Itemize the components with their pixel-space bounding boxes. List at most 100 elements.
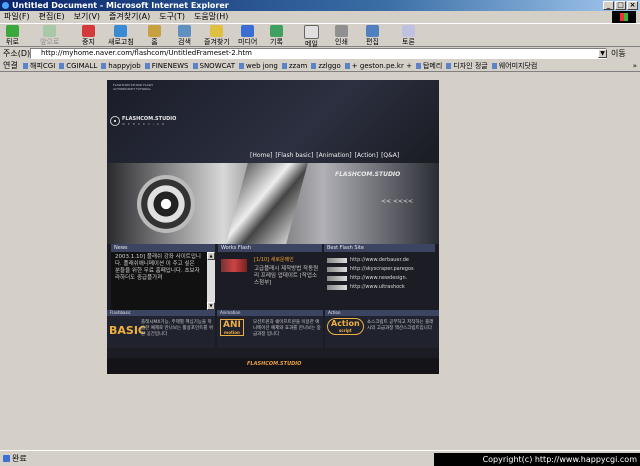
news-text: 2003.1.10] 플래쉬 강좌 사이트입니다. 플래쉬애니메이션 이 주고 … [115, 254, 201, 281]
link-item[interactable]: happyjob [100, 61, 143, 71]
print-button[interactable]: 인쇄 [335, 25, 348, 46]
address-bar: 주소(D) http://myhome.naver.com/flashcom/U… [0, 47, 640, 60]
toolbar: 뒤로 앞으로 중지 새로고침 홈 검색 즐겨찾기 미디어 기록 메일 인쇄 편집… [0, 23, 640, 48]
favorites-button[interactable]: 즐겨찾기 [204, 25, 230, 46]
page-icon [3, 455, 10, 462]
print-icon [335, 25, 348, 37]
site-header: FLASHCOM STUDIO FLASH ACTIONSCRIPT TUTOR… [107, 80, 439, 163]
menu-edit[interactable]: 편집(E) [39, 11, 65, 23]
news-title: News [111, 244, 215, 252]
maximize-button[interactable]: □ [615, 1, 626, 10]
link-item[interactable]: CGIMALL [58, 61, 100, 71]
site-footer: FLASHCOM.STUDIO [107, 358, 439, 374]
refresh-button[interactable]: 새로고침 [108, 25, 134, 46]
mail-icon [304, 25, 319, 39]
nav-animation[interactable]: [Animation] [316, 152, 351, 160]
close-button[interactable]: × [627, 1, 638, 10]
animation-course[interactable]: Animation ANI motion 모션트윈과 쉐이프트윈을 이용한 애니… [217, 310, 323, 348]
works-item-text: 고급플래시 제작방법 작동원리 프레임 업데이트 [작업소스첨부] [254, 266, 319, 286]
header-tiny-text: FLASHCOM STUDIO FLASH ACTIONSCRIPT TUTOR… [113, 83, 153, 91]
address-label: 주소(D) [3, 49, 31, 58]
menu-favorites[interactable]: 즐겨찾기(A) [109, 11, 150, 23]
best-sites-section: Best Flash Site http://www.derbauer.de h… [324, 244, 435, 312]
link-item[interactable]: web jong [238, 61, 281, 71]
edit-icon [366, 25, 379, 37]
search-icon [178, 25, 191, 37]
best-site-link[interactable]: http://www.derbauer.de [327, 257, 409, 263]
refresh-icon [114, 25, 128, 37]
discuss-button[interactable]: 토론 [402, 25, 415, 46]
forward-button[interactable]: 앞으로 [40, 25, 59, 46]
address-input[interactable]: http://myhome.naver.com/flashcom/Untitle… [30, 48, 607, 59]
media-button[interactable]: 미디어 [238, 25, 257, 46]
edit-button[interactable]: 편집 [366, 25, 379, 46]
chevron-down-icon[interactable]: ▼ [598, 49, 607, 58]
link-item[interactable]: 탑메리 [415, 61, 445, 71]
works-section: Works Flash [1/10] 새로운메인 고급플래시 제작방법 작동원리… [218, 244, 322, 312]
banner-disc-graphic [137, 175, 195, 233]
menu-file[interactable]: 파일(F) [4, 11, 30, 23]
back-button[interactable]: 뒤로 [6, 25, 19, 46]
best-site-link[interactable]: http://skyscraper.paregos [327, 266, 414, 272]
back-arrow-icon [6, 25, 19, 37]
works-title: Works Flash [218, 244, 322, 252]
footer-brand: FLASHCOM.STUDIO [247, 361, 302, 367]
course-links: Flashbasic BASIC 플래시MX기능, 주제별 핵심기능을 학습한 … [107, 310, 439, 348]
link-item[interactable]: 웨어미지닷컴 [491, 61, 541, 71]
menu-help[interactable]: 도움말(H) [194, 11, 228, 23]
media-icon [241, 25, 255, 37]
link-item[interactable]: + geston.pe.kr + [344, 61, 415, 71]
ani-label: ANI motion [220, 319, 244, 336]
menu-view[interactable]: 보기(V) [74, 11, 100, 23]
menu-tools[interactable]: 도구(T) [159, 11, 185, 23]
link-item[interactable]: zzlggo [310, 61, 343, 71]
ie-icon [2, 2, 9, 9]
site-nav: [Home] [Flash basic] [Animation] [Action… [250, 152, 399, 160]
history-icon [270, 25, 283, 37]
history-button[interactable]: 기록 [270, 25, 283, 46]
scroll-up-icon[interactable]: ▲ [207, 252, 215, 260]
windows-logo-icon [612, 11, 636, 23]
discuss-icon [402, 25, 415, 37]
scroll-down-icon[interactable]: ▼ [207, 302, 215, 310]
forward-arrow-icon [43, 25, 57, 37]
link-item[interactable]: SNOWCAT [192, 61, 239, 71]
go-button[interactable]: 이동 [611, 48, 626, 59]
copyright-watermark: Copyright(c) http://www.happycgi.com [434, 453, 640, 466]
link-item[interactable]: 해피CGI [22, 61, 58, 71]
home-button[interactable]: 홈 [148, 25, 161, 46]
menu-bar: 파일(F) 편집(E) 보기(V) 즐겨찾기(A) 도구(T) 도움말(H) [0, 11, 640, 23]
nav-action[interactable]: [Action] [355, 152, 378, 160]
search-button[interactable]: 검색 [178, 25, 191, 46]
best-site-link[interactable]: http://www.newdesign. [327, 275, 407, 281]
action-course[interactable]: Action Action script 쇼스크립트 공부하고 저작하는 플래시… [325, 310, 439, 348]
window-titlebar: Untitled Document - Microsoft Internet E… [0, 0, 640, 11]
nav-flash-basic[interactable]: [Flash basic] [275, 152, 313, 160]
works-thumbnail[interactable] [221, 259, 247, 272]
favorites-icon [210, 25, 224, 37]
banner-arrows: << <<<< [381, 198, 414, 205]
news-section: News 2003.1.10] 플래쉬 강좌 사이트입니다. 플래쉬애니메이션 … [111, 244, 215, 312]
link-item[interactable]: FINENEWS [144, 61, 192, 71]
best-title: Best Flash Site [324, 244, 435, 252]
works-item-title[interactable]: [1/10] 새로운메인 [254, 256, 294, 263]
banner-brand: FLASHCOM.STUDIO [335, 171, 401, 178]
link-item[interactable]: 디자인 정글 [445, 61, 490, 71]
nav-home[interactable]: [Home] [250, 152, 272, 160]
links-bar: 연결 해피CGI CGIMALL happyjob FINENEWS SNOWC… [0, 61, 640, 72]
hero-banner: FLASHCOM.STUDIO << <<<< [107, 163, 439, 244]
site-logo[interactable]: FLASHCOM.STUDIO W E B D E S I G N [110, 116, 176, 126]
mail-button[interactable]: 메일 [304, 25, 319, 48]
flash-site: FLASHCOM STUDIO FLASH ACTIONSCRIPT TUTOR… [107, 80, 439, 374]
stop-button[interactable]: 중지 [82, 25, 95, 46]
link-item[interactable]: zzam [281, 61, 310, 71]
home-icon [148, 25, 161, 37]
banner-chrome-graphic [226, 163, 308, 244]
minimize-button[interactable]: _ [603, 1, 614, 10]
news-scrollbar[interactable]: ▲ ▼ [207, 252, 215, 310]
best-site-link[interactable]: http://www.ultrashock [327, 284, 405, 290]
status-text: 완료 [12, 454, 27, 463]
nav-qna[interactable]: [Q&A] [381, 152, 399, 160]
links-more-button[interactable]: » [633, 61, 637, 71]
basic-course[interactable]: Flashbasic BASIC 플래시MX기능, 주제별 핵심기능을 학습한 … [107, 310, 215, 348]
